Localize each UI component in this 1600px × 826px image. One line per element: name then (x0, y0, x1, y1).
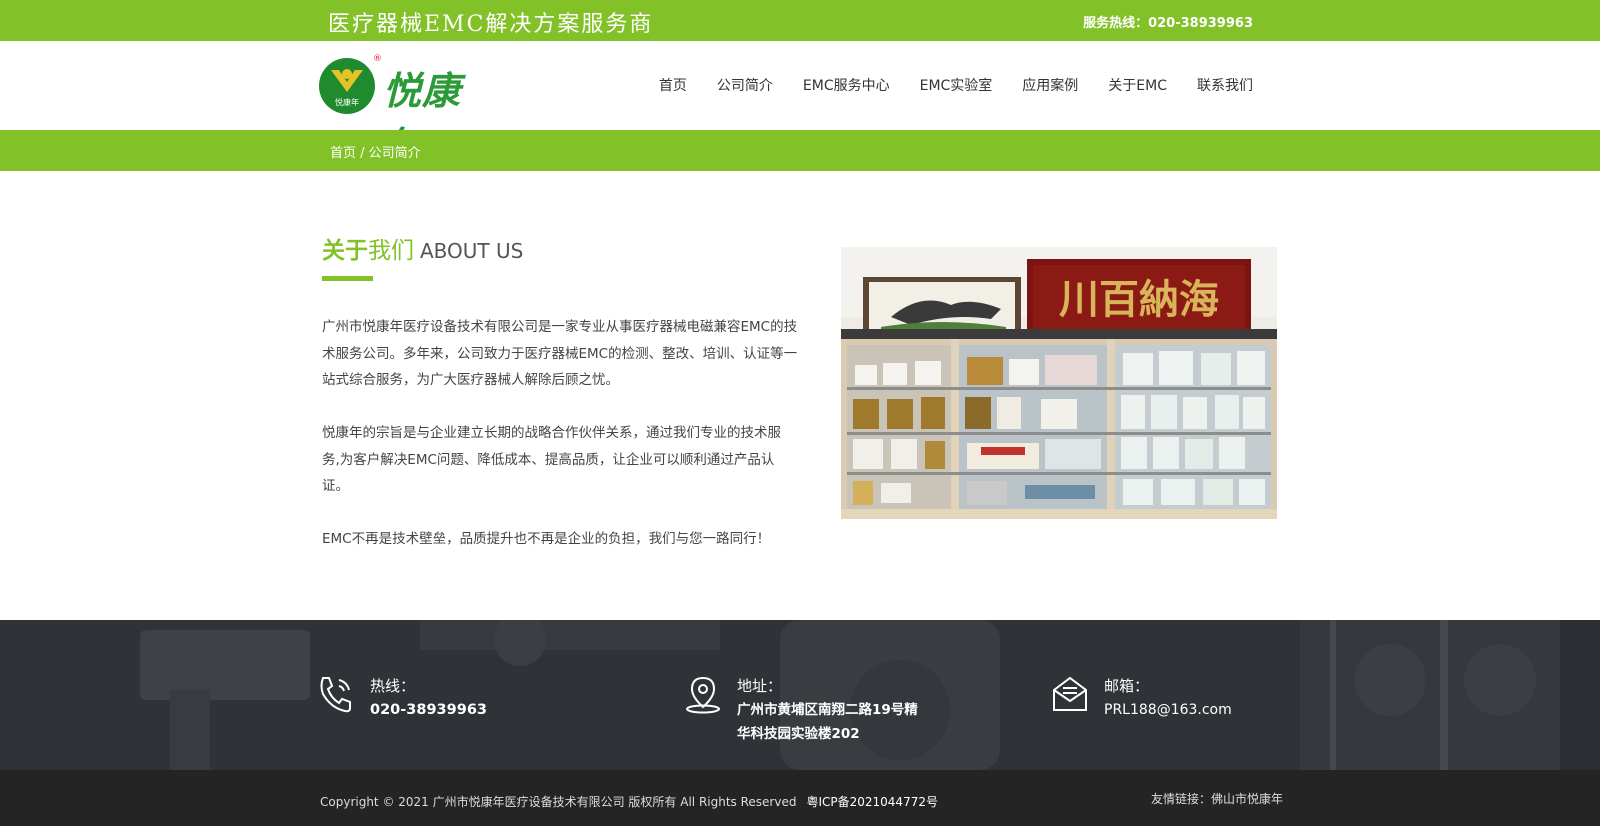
breadcrumb: 首页 / 公司简介 (330, 142, 421, 161)
header: 悦康年 ® 悦康年 首页 公司简介 EMC服务中心 EMC实验室 应用案例 关于… (0, 41, 1600, 168)
about-paragraph: EMC不再是技术壁垒，品质提升也不再是企业的负担，我们与您一路同行！ (322, 531, 771, 547)
footer-contact-band (0, 620, 1600, 770)
friend-links: 友情链接：佛山市悦康年 (1151, 790, 1283, 807)
email-value[interactable]: PRL188@163.com (1104, 698, 1232, 722)
location-pin-icon (686, 676, 720, 714)
email-label: 邮箱： (1104, 677, 1150, 695)
address-label: 地址： (737, 677, 783, 695)
copyright-text: Copyright © 2021 广州市悦康年医疗设备技术有限公司 版权所有 A… (320, 795, 797, 809)
nav-item-emc-service-center[interactable]: EMC服务中心 (803, 75, 890, 95)
top-bar: 医疗器械EMC解决方案服务商 服务热线：020-38939963 (0, 0, 1600, 41)
breadcrumb-separator: / (356, 146, 369, 161)
breadcrumb-bar: 首页 / 公司简介 (0, 130, 1600, 171)
about-paragraph: 悦康年的宗旨是与企业建立长期的战略合作伙伴关系，通过我们专业的技术服务,为客户解… (322, 425, 781, 494)
nav-item-about-emc[interactable]: 关于EMC (1108, 75, 1167, 95)
copyright: Copyright © 2021 广州市悦康年医疗设备技术有限公司 版权所有 A… (320, 793, 938, 810)
title-underline (322, 276, 373, 281)
nav-item-home[interactable]: 首页 (659, 75, 687, 95)
about-title-part-a: 关于 (322, 238, 368, 264)
company-showcase-photo: 川百納海 (841, 247, 1277, 519)
hotline-label: 热线： (370, 677, 416, 695)
nav-item-company-profile[interactable]: 公司简介 (717, 75, 773, 95)
service-hotline: 服务热线：020-38939963 (1083, 16, 1253, 31)
nav-item-cases[interactable]: 应用案例 (1022, 75, 1078, 95)
breadcrumb-home[interactable]: 首页 (330, 146, 356, 161)
logo-emblem-icon: 悦康年 (319, 58, 375, 114)
icp-link[interactable]: 粤ICP备2021044772号 (806, 795, 938, 809)
site-logo[interactable]: 悦康年 ® 悦康年 (319, 54, 499, 168)
mail-icon (1053, 676, 1087, 711)
about-title-part-b: 我们 (368, 238, 414, 264)
nav-item-contact[interactable]: 联系我们 (1197, 75, 1253, 95)
site-slogan: 医疗器械EMC解决方案服务商 (328, 12, 654, 37)
about-text: 广州市悦康年医疗设备技术有限公司是一家专业从事医疗器械电磁兼容EMC的技术服务公… (322, 314, 798, 579)
bottom-bar: Copyright © 2021 广州市悦康年医疗设备技术有限公司 版权所有 A… (0, 770, 1600, 826)
main-nav: 首页 公司简介 EMC服务中心 EMC实验室 应用案例 关于EMC 联系我们 (659, 75, 1253, 95)
address-line-2: 华科技园实验楼202 (737, 726, 860, 742)
phone-icon (320, 677, 351, 713)
plaque-text: 川百納海 (1059, 276, 1219, 323)
nav-item-emc-lab[interactable]: EMC实验室 (920, 75, 993, 95)
about-title: 关于我们 ABOUT US (322, 231, 523, 265)
about-paragraph: 广州市悦康年医疗设备技术有限公司是一家专业从事医疗器械电磁兼容EMC的技术服务公… (322, 319, 798, 388)
registered-mark: ® (373, 54, 382, 64)
friend-link[interactable]: 友情链接：佛山市悦康年 (1151, 792, 1283, 806)
hotline-value: 020-38939963 (370, 702, 487, 718)
logo-emblem-text: 悦康年 (335, 98, 359, 107)
breadcrumb-current[interactable]: 公司简介 (369, 146, 421, 161)
address-line-1: 广州市黄埔区南翔二路19号精 (737, 702, 918, 718)
about-title-english: ABOUT US (420, 239, 524, 263)
